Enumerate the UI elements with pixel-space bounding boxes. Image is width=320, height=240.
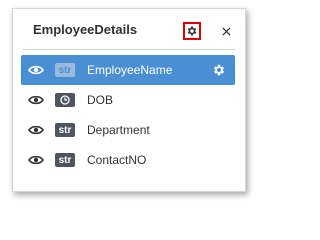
header-divider — [23, 49, 235, 50]
panel-header: EmployeeDetails — [13, 9, 245, 49]
field-row-department[interactable]: str Department — [21, 115, 235, 145]
field-label: Department — [87, 123, 150, 137]
field-row-dob[interactable]: DOB — [21, 85, 235, 115]
eye-icon — [28, 95, 44, 105]
close-icon — [221, 26, 231, 36]
string-type-icon: str — [55, 63, 75, 77]
field-list-panel: EmployeeDetails str EmployeeName DOB str… — [12, 8, 246, 192]
field-label: DOB — [87, 93, 114, 107]
string-type-icon: str — [55, 123, 75, 137]
panel-title: EmployeeDetails — [33, 22, 138, 37]
string-type-icon: str — [55, 153, 75, 167]
clock-type-icon — [55, 93, 75, 107]
field-settings-button[interactable] — [211, 62, 227, 78]
visibility-toggle[interactable] — [27, 124, 45, 136]
visibility-toggle[interactable] — [27, 154, 45, 166]
settings-button[interactable] — [183, 22, 201, 40]
visibility-toggle[interactable] — [27, 64, 45, 76]
field-label: ContactNO — [87, 153, 147, 167]
eye-icon — [28, 65, 44, 75]
close-button[interactable] — [218, 22, 234, 40]
field-row-contactno[interactable]: str ContactNO — [21, 145, 235, 175]
field-list: str EmployeeName DOB str Department str … — [21, 55, 235, 175]
visibility-toggle[interactable] — [27, 94, 45, 106]
field-row-employeename[interactable]: str EmployeeName — [21, 55, 235, 85]
gear-icon — [187, 26, 197, 36]
gear-icon — [213, 64, 225, 76]
eye-icon — [28, 155, 44, 165]
clock-icon — [60, 95, 70, 105]
eye-icon — [28, 125, 44, 135]
field-label: EmployeeName — [87, 63, 173, 77]
